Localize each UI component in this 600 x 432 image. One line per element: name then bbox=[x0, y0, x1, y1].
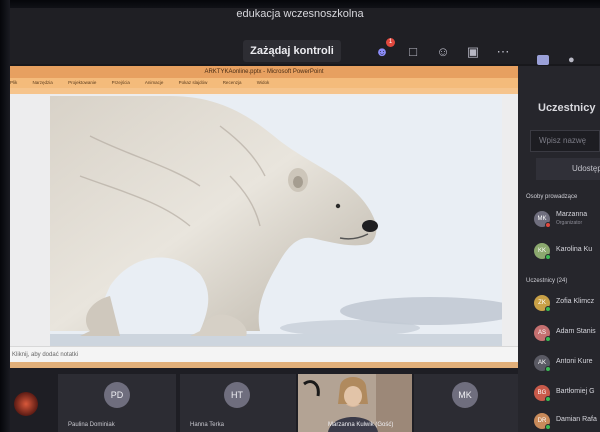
chat-icon[interactable]: □ bbox=[405, 44, 421, 60]
video-icon[interactable] bbox=[537, 55, 549, 65]
avatar: PD bbox=[104, 382, 130, 408]
share-invite-button[interactable]: Udostępnij bbox=[536, 158, 600, 180]
ribbon-tab[interactable]: Pokaz slajdów bbox=[179, 80, 208, 85]
video-gallery-strip: PD Paulina Dominiak HT Hanna Terka Marza… bbox=[10, 368, 518, 432]
video-tile[interactable]: PD Paulina Dominiak bbox=[58, 374, 176, 432]
webcam-light bbox=[14, 392, 38, 416]
ribbon-tab[interactable]: Projektowanie bbox=[68, 80, 96, 85]
presence-dot bbox=[545, 336, 551, 342]
video-tile[interactable]: HT Hanna Terka bbox=[180, 374, 296, 432]
ribbon-tab[interactable]: Narzędzia bbox=[33, 80, 53, 85]
participant-role: Organizator bbox=[556, 220, 583, 226]
presence-dot bbox=[545, 306, 551, 312]
screen: edukacja wczesnoszkolna Zażądaj kontroli… bbox=[0, 0, 600, 432]
avatar: MK bbox=[452, 382, 478, 408]
notes-placeholder: Kliknij, aby dodać notatki bbox=[12, 352, 79, 358]
more-icon[interactable]: ⋯ bbox=[495, 44, 511, 60]
slide-polar-bear-image bbox=[50, 96, 502, 358]
participant-item[interactable]: MK Marzanna Organizator bbox=[534, 208, 600, 234]
request-control-button[interactable]: Zażądaj kontroli bbox=[243, 40, 341, 62]
presence-dot bbox=[545, 366, 551, 372]
presence-dot bbox=[545, 222, 551, 228]
participant-name: Adam Stanis bbox=[556, 328, 596, 335]
participant-name: Antoni Kure bbox=[556, 358, 593, 365]
rooms-icon[interactable]: ▣ bbox=[465, 44, 481, 60]
participant-name: Zofia Klimcz bbox=[556, 298, 595, 305]
presence-dot bbox=[545, 254, 551, 260]
ribbon-toolbar bbox=[10, 88, 518, 94]
ribbon-tab[interactable]: Przejścia bbox=[112, 80, 130, 85]
participants-pane: Uczestnicy Wpisz nazwę Udostępnij Osoby … bbox=[518, 66, 600, 432]
presence-dot bbox=[545, 424, 551, 430]
participant-name: Bartłomiej G bbox=[556, 388, 595, 395]
video-tile[interactable]: MK bbox=[414, 374, 518, 432]
presence-dot bbox=[545, 396, 551, 402]
participant-item[interactable]: KK Karolina Ku bbox=[534, 240, 600, 266]
ribbon-tab[interactable]: Animacje bbox=[145, 80, 164, 85]
pane-title: Uczestnicy bbox=[538, 102, 596, 114]
attendees-heading[interactable]: Uczestnicy (24) bbox=[526, 278, 567, 284]
mic-icon[interactable]: ● bbox=[568, 54, 580, 66]
avatar: HT bbox=[224, 382, 250, 408]
organizers-heading[interactable]: Osoby prowadzące bbox=[526, 194, 577, 200]
participant-name: Karolina Ku bbox=[556, 246, 593, 253]
participant-name: Damian Rafa bbox=[556, 416, 597, 423]
participant-item[interactable]: DR Damian Rafa bbox=[534, 410, 600, 432]
participant-name: Marzanna bbox=[556, 211, 588, 218]
powerpoint-window-title: ARKTYKAonline.pptx - Microsoft PowerPoin… bbox=[10, 66, 518, 78]
ribbon-tab[interactable]: Plik bbox=[10, 80, 17, 85]
participant-item[interactable]: AK Antoni Kure bbox=[534, 352, 600, 378]
tile-name: Marzanna Kulwik (Gość) bbox=[328, 422, 394, 428]
monitor-bezel-left bbox=[0, 0, 10, 432]
participant-item[interactable]: ZK Zofia Klimcz bbox=[534, 292, 600, 318]
video-tile-camera[interactable]: Marzanna Kulwik (Gość) bbox=[298, 374, 412, 432]
meeting-title: edukacja wczesnoszkolna bbox=[236, 8, 364, 20]
tile-name: Hanna Terka bbox=[190, 422, 224, 428]
shared-powerpoint-window: ARKTYKAonline.pptx - Microsoft PowerPoin… bbox=[10, 66, 518, 368]
ribbon-tab[interactable]: Widok bbox=[257, 80, 270, 85]
tile-name: Paulina Dominiak bbox=[68, 422, 115, 428]
participants-badge: 1 bbox=[386, 38, 395, 47]
powerpoint-ribbon: Plik Narzędzia Projektowanie Przejścia A… bbox=[10, 78, 518, 88]
ribbon-tab[interactable]: Recenzja bbox=[223, 80, 242, 85]
polar-bear-illustration bbox=[50, 96, 502, 358]
participant-item[interactable]: AS Adam Stanis bbox=[534, 322, 600, 348]
reactions-icon[interactable]: ☺ bbox=[435, 44, 451, 60]
participant-item[interactable]: BG Bartłomiej G bbox=[534, 382, 600, 408]
participant-search-input[interactable]: Wpisz nazwę bbox=[530, 130, 600, 152]
